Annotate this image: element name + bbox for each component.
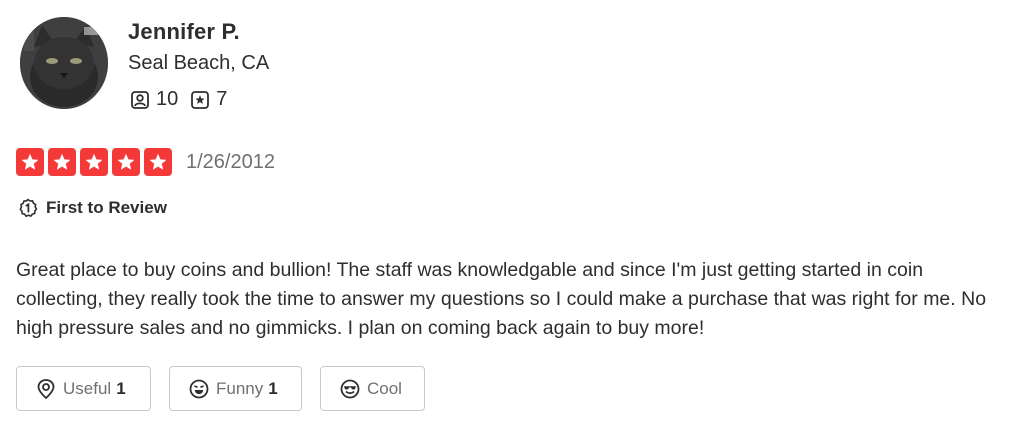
funny-count: 1 <box>268 378 278 398</box>
star-icon <box>16 148 44 176</box>
useful-button[interactable]: Useful 1 <box>16 366 151 411</box>
star-icon <box>112 148 140 176</box>
first-badge-icon <box>19 198 38 217</box>
friends-stat: 10 <box>130 88 178 111</box>
funny-label: Funny <box>216 378 264 398</box>
laughing-face-icon <box>189 379 209 398</box>
reviews-count: 7 <box>216 88 228 110</box>
rating-row: 1/26/2012 <box>16 148 275 176</box>
star-icon <box>48 148 76 176</box>
user-passport: Jennifer P. Seal Beach, CA 10 7 <box>16 12 616 112</box>
user-stats: 10 7 <box>130 88 239 111</box>
cool-button[interactable]: Cool <box>320 366 425 411</box>
review-date: 1/26/2012 <box>186 150 275 173</box>
lightbulb-icon <box>37 378 55 399</box>
user-location: Seal Beach, CA <box>128 52 270 74</box>
first-to-review-badge: First to Review <box>18 198 167 218</box>
review-star-icon <box>191 90 210 109</box>
star-icon <box>80 148 108 176</box>
user-name[interactable]: Jennifer P. <box>128 19 240 45</box>
funny-button[interactable]: Funny 1 <box>169 366 302 411</box>
cool-label: Cool <box>367 378 402 398</box>
star-rating <box>16 148 176 176</box>
sunglasses-face-icon <box>340 379 360 398</box>
friends-count: 10 <box>156 88 179 110</box>
friends-icon <box>131 90 149 109</box>
badge-label: First to Review <box>46 198 167 217</box>
star-icon <box>144 148 172 176</box>
avatar-cat-image <box>20 17 108 109</box>
reviews-stat: 7 <box>190 88 227 111</box>
review-text: Great place to buy coins and bullion! Th… <box>16 259 987 339</box>
review-card: Jennifer P. Seal Beach, CA 10 7 1/26/201… <box>16 0 1008 427</box>
avatar[interactable] <box>20 17 108 109</box>
useful-label: Useful <box>63 378 112 398</box>
reaction-buttons: Useful 1 Funny 1 Cool <box>16 366 443 411</box>
useful-count: 1 <box>116 378 126 398</box>
